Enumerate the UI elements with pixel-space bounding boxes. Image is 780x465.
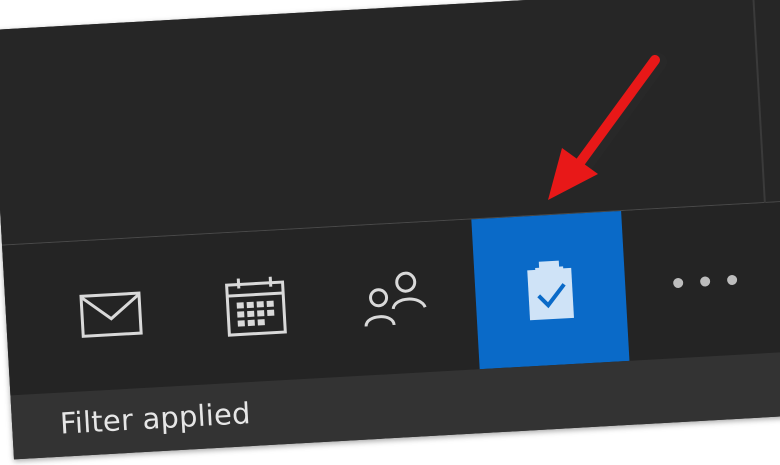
screenshot-stage: Filter applied [0,0,780,465]
nav-calendar-button[interactable] [192,228,320,384]
nav-people-button[interactable] [332,221,460,377]
nav-mail-button[interactable] [47,236,175,392]
calendar-icon [225,276,287,337]
mail-icon [79,291,143,338]
status-filter-text: Filter applied [59,396,252,441]
more-dots-icon [673,274,738,288]
app-window: Filter applied [0,0,780,460]
people-icon [364,271,427,327]
nav-more-button[interactable] [641,203,769,359]
tasks-clipboard-icon [527,260,574,321]
nav-tasks-button[interactable] [471,211,630,370]
